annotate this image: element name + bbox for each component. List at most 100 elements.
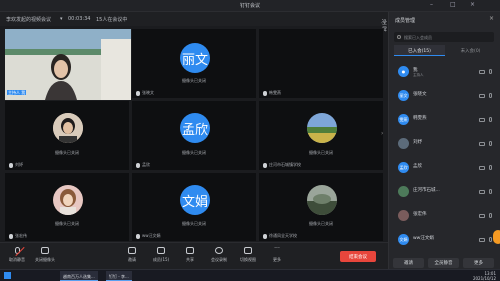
member-search-input[interactable]: 搜索已入会成员 bbox=[394, 32, 494, 42]
member-row[interactable]: 文娟 ww汪文娟 bbox=[394, 231, 498, 249]
taskbar-app[interactable]: 钉钉 - 李... bbox=[106, 271, 132, 281]
video-tile-xutong[interactable]: 摄像头已关闭 徐通凤全天学校 bbox=[258, 172, 384, 242]
record-button[interactable]: 会议录制 bbox=[204, 247, 234, 263]
mic-icon bbox=[9, 162, 13, 168]
taskbar-app[interactable]: 越南百万人选集... bbox=[60, 271, 98, 281]
video-tile-wangwenjuan[interactable]: 文娟 摄像头已关闭 ww汪文娟 bbox=[131, 172, 257, 242]
meeting-timer: 00:03:34 bbox=[68, 16, 91, 22]
avatar-photo bbox=[53, 113, 83, 143]
end-meeting-button[interactable]: 结束会议 bbox=[340, 251, 376, 262]
members-icon bbox=[157, 247, 165, 254]
invite-panel-button[interactable]: 邀请 bbox=[393, 258, 424, 268]
member-row[interactable]: ● 我 主持人 bbox=[394, 63, 498, 81]
mic-icon bbox=[136, 162, 140, 168]
taskbar: 越南百万人选集... 钉钉 - 李... 13:01 2021/10/12 bbox=[0, 269, 500, 281]
camera-icon bbox=[41, 247, 49, 254]
system-clock[interactable]: 13:01 2021/10/12 bbox=[473, 271, 496, 281]
invite-button[interactable]: 邀请 bbox=[117, 247, 147, 263]
camera-icon[interactable] bbox=[479, 214, 485, 218]
start-icon[interactable] bbox=[4, 272, 11, 279]
avatar: 丽文 bbox=[180, 43, 210, 73]
tab-joined[interactable]: 已入会(15) bbox=[394, 45, 445, 56]
mic-icon[interactable] bbox=[489, 69, 492, 74]
video-grid: 主持人 我 丽文 摄像头已关闭 张晓文 韩雯燕 摄像头已关闭 刘妤 孟欣 摄像头… bbox=[0, 26, 386, 242]
close-icon[interactable]: × bbox=[470, 1, 475, 8]
mic-icon[interactable] bbox=[489, 93, 492, 98]
member-row[interactable]: 丽文 张晓文 bbox=[394, 87, 498, 105]
close-icon[interactable]: × bbox=[489, 15, 494, 22]
tab-not-joined[interactable]: 未入会(0) bbox=[445, 45, 496, 56]
meeting-toolbar: 取消静音 关闭摄像头 邀请 成员(15) 共享 会议录制 切换视图 ··· 更多 … bbox=[0, 242, 388, 269]
mic-icon[interactable] bbox=[489, 141, 492, 146]
mic-icon bbox=[136, 233, 140, 239]
mic-icon bbox=[9, 233, 13, 239]
avatar: 雯燕 bbox=[398, 114, 409, 125]
floating-assistant-icon[interactable] bbox=[493, 230, 500, 244]
tile-name: 张宏伟 bbox=[15, 233, 27, 238]
avatar-photo bbox=[307, 185, 337, 215]
view-icon bbox=[244, 247, 252, 254]
video-tile-school[interactable]: 摄像头已关闭 庄河市石城镇学校 bbox=[258, 100, 384, 171]
mic-icon[interactable] bbox=[489, 213, 492, 218]
camera-button[interactable]: 关闭摄像头 bbox=[30, 247, 60, 263]
camera-off-label: 摄像头已关闭 bbox=[55, 150, 79, 155]
avatar: ● bbox=[398, 66, 409, 77]
camera-icon[interactable] bbox=[479, 190, 485, 194]
participants-count[interactable]: 15人在会议中 bbox=[96, 16, 127, 23]
mic-icon[interactable] bbox=[489, 237, 492, 242]
chevron-right-icon[interactable]: › bbox=[381, 130, 383, 137]
tile-name: 主持人 我 bbox=[7, 90, 27, 95]
camera-icon[interactable] bbox=[479, 118, 485, 122]
unmute-button[interactable]: 取消静音 bbox=[2, 247, 32, 263]
avatar: 文娟 bbox=[180, 185, 210, 215]
invite-icon bbox=[128, 247, 136, 254]
tile-name: 孟欣 bbox=[142, 162, 150, 167]
video-tile-mengxin[interactable]: 孟欣 摄像头已关闭 孟欣 bbox=[131, 100, 257, 171]
share-button[interactable]: 共享 bbox=[175, 247, 205, 263]
more-button[interactable]: ··· 更多 bbox=[262, 246, 292, 263]
member-row[interactable]: 刘妤 bbox=[394, 135, 498, 153]
switch-view-button[interactable]: 切换视图 bbox=[233, 247, 263, 263]
window-title: 钉钉会议 bbox=[239, 3, 260, 9]
search-icon bbox=[397, 35, 401, 39]
mic-icon[interactable] bbox=[489, 165, 492, 170]
avatar: 孟欣 bbox=[398, 162, 409, 173]
mic-icon bbox=[263, 90, 267, 96]
video-tile-hanwenyan[interactable]: 韩雯燕 bbox=[258, 28, 384, 99]
video-tile-liuyu[interactable]: 摄像头已关闭 刘妤 bbox=[4, 100, 130, 171]
member-row[interactable]: 张宏伟 bbox=[394, 207, 498, 225]
tile-name: 刘妤 bbox=[15, 162, 23, 167]
member-row[interactable]: 雯燕 韩雯燕 bbox=[394, 111, 498, 129]
camera-off-label: 摄像头已关闭 bbox=[182, 78, 206, 83]
panel-actions: 邀请 全员静音 更多 bbox=[393, 258, 497, 269]
member-tabs: 已入会(15) 未入会(0) bbox=[394, 45, 496, 56]
camera-icon[interactable] bbox=[479, 70, 485, 74]
camera-off-label: 摄像头已关闭 bbox=[309, 150, 333, 155]
panel-title: 成员管理 bbox=[395, 18, 416, 24]
mic-icon[interactable] bbox=[489, 189, 492, 194]
tile-name: 庄河市石城镇学校 bbox=[269, 162, 301, 167]
members-button[interactable]: 成员(15) bbox=[146, 247, 176, 263]
mic-icon bbox=[263, 162, 267, 168]
mic-icon bbox=[136, 90, 140, 96]
avatar-photo bbox=[307, 113, 337, 143]
camera-off-label: 摄像头已关闭 bbox=[55, 221, 79, 226]
camera-icon[interactable] bbox=[479, 142, 485, 146]
minimize-icon[interactable]: – bbox=[430, 1, 433, 8]
video-tile-zhangxiaowen[interactable]: 丽文 摄像头已关闭 张晓文 bbox=[131, 28, 257, 99]
camera-icon[interactable] bbox=[479, 166, 485, 170]
member-row[interactable]: 孟欣 孟欣 bbox=[394, 159, 498, 177]
video-tile-self[interactable]: 主持人 我 bbox=[4, 28, 131, 100]
member-row[interactable]: 庄河市石城... bbox=[394, 183, 498, 201]
panel-more-button[interactable]: 更多 bbox=[463, 258, 494, 268]
video-tile-zhanghongwei[interactable]: 摄像头已关闭 张宏伟 bbox=[4, 172, 130, 242]
camera-icon[interactable] bbox=[479, 238, 485, 242]
avatar bbox=[307, 185, 337, 215]
mic-icon bbox=[263, 233, 267, 239]
record-icon bbox=[215, 247, 223, 254]
mic-icon[interactable] bbox=[489, 117, 492, 122]
avatar: 孟欣 bbox=[180, 113, 210, 143]
mute-all-button[interactable]: 全员静音 bbox=[428, 258, 459, 268]
camera-icon[interactable] bbox=[479, 94, 485, 98]
maximize-icon[interactable]: □ bbox=[450, 1, 456, 8]
